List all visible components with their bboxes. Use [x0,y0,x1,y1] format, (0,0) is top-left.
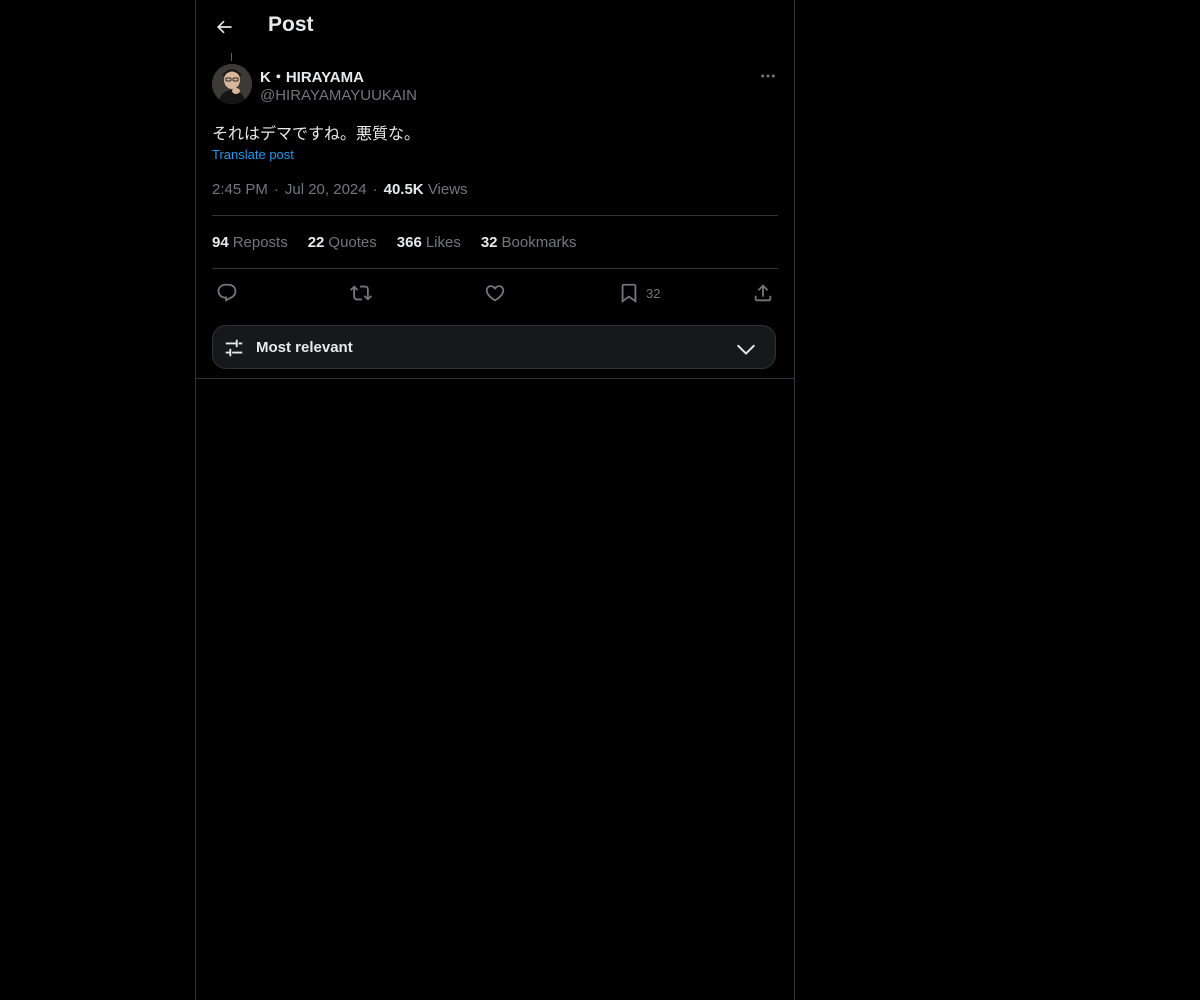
separator-dot: · [372,181,378,198]
header: Post [196,0,794,53]
post-meta: 2:45 PM · Jul 20, 2024 · 40.5K Views [212,181,468,198]
likes-label: Likes [425,234,461,251]
bookmarks-label: Bookmarks [501,234,577,251]
quotes-label: Quotes [328,234,377,251]
share-button[interactable] [752,281,774,305]
likes-count: 366 [396,234,422,251]
post-date[interactable]: Jul 20, 2024 [285,181,367,198]
ellipsis-icon [761,74,775,78]
bookmark-button[interactable]: 32 [618,281,660,305]
sliders-icon [225,339,243,357]
divider [212,268,778,269]
thread-connector-line [231,53,232,61]
bookmark-icon [621,283,637,304]
likes-stat[interactable]: 366 Likes [397,234,461,251]
reposts-stat[interactable]: 94 Reposts [212,234,288,251]
avatar[interactable] [212,64,252,104]
author-handle[interactable]: @HIRAYAMAYUUKAIN [260,87,417,104]
more-options-button[interactable] [756,64,780,88]
translate-post-link[interactable]: Translate post [212,147,294,162]
share-icon [754,284,772,302]
avatar-photo-icon [212,64,252,104]
page-title: Post [268,13,314,36]
views-count: 40.5K [383,181,424,198]
separator-dot: · [273,181,279,198]
reply-button[interactable] [216,281,238,305]
quotes-stat[interactable]: 22 Quotes [308,234,377,251]
quotes-count: 22 [307,234,325,251]
reply-sort-dropdown[interactable]: Most relevant [212,325,776,369]
arrow-left-icon [217,20,232,34]
bookmarks-count: 32 [480,234,498,251]
heart-icon [485,285,505,302]
section-divider [196,378,794,379]
chevron-down-icon [737,344,755,355]
sort-label: Most relevant [256,339,353,356]
repost-icon [350,285,372,301]
post-time[interactable]: 2:45 PM [212,181,268,198]
author-name[interactable]: K・HIRAYAMA [260,66,364,87]
repost-button[interactable] [350,281,372,305]
back-button[interactable] [208,11,240,43]
post-stats: 94 Reposts 22 Quotes 366 Likes 32 Bookmarks [212,234,577,251]
divider [212,215,778,216]
like-button[interactable] [484,281,506,305]
reply-icon [217,283,237,302]
bookmark-count: 32 [646,285,661,301]
bookmarks-stat[interactable]: 32 Bookmarks [481,234,577,251]
reposts-count: 94 [212,234,229,251]
post-text: それはデマですね。悪質な。 [212,124,421,143]
primary-column: Post K・HIRAYAMA @HIRAYAMAYUUKAIN それはデマです… [195,0,795,1000]
views-label: Views [427,181,468,198]
reposts-label: Reposts [232,234,288,251]
